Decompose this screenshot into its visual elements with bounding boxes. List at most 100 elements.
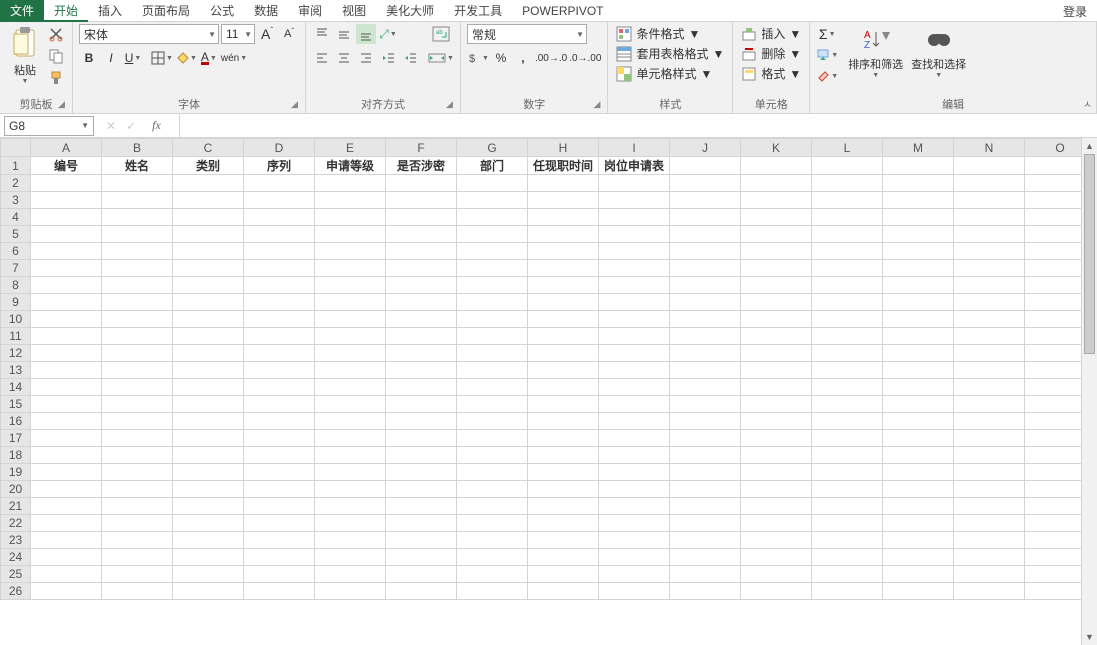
- cell[interactable]: [457, 379, 528, 396]
- cell[interactable]: 岗位申请表: [599, 157, 670, 175]
- cell[interactable]: [741, 396, 812, 413]
- cell[interactable]: [883, 464, 954, 481]
- cell[interactable]: [315, 277, 386, 294]
- row-header[interactable]: 19: [1, 464, 31, 481]
- cell[interactable]: [741, 583, 812, 600]
- cell[interactable]: [244, 345, 315, 362]
- cell[interactable]: [244, 175, 315, 192]
- cell[interactable]: [812, 481, 883, 498]
- cell[interactable]: [457, 311, 528, 328]
- cell[interactable]: [954, 583, 1025, 600]
- cell[interactable]: [457, 175, 528, 192]
- cell[interactable]: [457, 583, 528, 600]
- cell[interactable]: [528, 515, 599, 532]
- cell[interactable]: [31, 396, 102, 413]
- cell[interactable]: [812, 328, 883, 345]
- cell[interactable]: [386, 447, 457, 464]
- align-bottom-button[interactable]: [356, 24, 376, 44]
- cell[interactable]: [954, 532, 1025, 549]
- row-header[interactable]: 13: [1, 362, 31, 379]
- row-header[interactable]: 8: [1, 277, 31, 294]
- cell[interactable]: [599, 464, 670, 481]
- cell[interactable]: [31, 464, 102, 481]
- cell[interactable]: [741, 464, 812, 481]
- cell[interactable]: [173, 294, 244, 311]
- cell[interactable]: [457, 430, 528, 447]
- tab-view[interactable]: 视图: [332, 0, 376, 22]
- cell[interactable]: [954, 379, 1025, 396]
- cell[interactable]: [315, 260, 386, 277]
- cell[interactable]: [883, 566, 954, 583]
- cell[interactable]: [31, 294, 102, 311]
- cell[interactable]: [31, 498, 102, 515]
- fx-button[interactable]: fx: [146, 118, 167, 133]
- cell[interactable]: [457, 362, 528, 379]
- cell[interactable]: [812, 226, 883, 243]
- cancel-formula-button[interactable]: ✕: [106, 119, 116, 133]
- cell[interactable]: [244, 226, 315, 243]
- cell[interactable]: [31, 566, 102, 583]
- cell[interactable]: [31, 583, 102, 600]
- cell[interactable]: [883, 294, 954, 311]
- cell[interactable]: [31, 362, 102, 379]
- cell[interactable]: [599, 481, 670, 498]
- row-header[interactable]: 1: [1, 157, 31, 175]
- cell[interactable]: [173, 464, 244, 481]
- cell[interactable]: [599, 583, 670, 600]
- cell[interactable]: [670, 362, 741, 379]
- cell[interactable]: [173, 226, 244, 243]
- cell[interactable]: [315, 447, 386, 464]
- cell[interactable]: [599, 549, 670, 566]
- cell[interactable]: 部门: [457, 157, 528, 175]
- scroll-thumb[interactable]: [1084, 154, 1095, 354]
- cell[interactable]: [883, 430, 954, 447]
- cell[interactable]: [102, 515, 173, 532]
- sort-filter-button[interactable]: AZ 排序和筛选▼: [844, 24, 907, 81]
- cell[interactable]: [528, 209, 599, 226]
- cell[interactable]: [954, 396, 1025, 413]
- cell[interactable]: [599, 498, 670, 515]
- cell[interactable]: [386, 549, 457, 566]
- cell[interactable]: [528, 362, 599, 379]
- cell[interactable]: [599, 345, 670, 362]
- cell[interactable]: [670, 192, 741, 209]
- cell[interactable]: [31, 430, 102, 447]
- paste-button[interactable]: 粘贴 ▼: [6, 24, 44, 87]
- cell[interactable]: [670, 260, 741, 277]
- cell[interactable]: [741, 311, 812, 328]
- cell[interactable]: [31, 532, 102, 549]
- cell[interactable]: [102, 430, 173, 447]
- cell[interactable]: [102, 447, 173, 464]
- cell[interactable]: [670, 379, 741, 396]
- tab-beautify[interactable]: 美化大师: [376, 0, 444, 22]
- cell[interactable]: [741, 549, 812, 566]
- cell[interactable]: [741, 515, 812, 532]
- cell[interactable]: [528, 396, 599, 413]
- format-cells-button[interactable]: 格式▼: [739, 64, 803, 83]
- cell[interactable]: [599, 396, 670, 413]
- scroll-down-button[interactable]: ▼: [1082, 629, 1097, 645]
- cell[interactable]: [670, 396, 741, 413]
- cell[interactable]: [670, 294, 741, 311]
- font-name-combo[interactable]: 宋体▼: [79, 24, 219, 44]
- row-header[interactable]: 9: [1, 294, 31, 311]
- cell[interactable]: [741, 157, 812, 175]
- cell[interactable]: [102, 345, 173, 362]
- cell[interactable]: [173, 566, 244, 583]
- cell[interactable]: [812, 362, 883, 379]
- cell[interactable]: [954, 515, 1025, 532]
- cell[interactable]: [812, 498, 883, 515]
- cell[interactable]: [244, 464, 315, 481]
- cell[interactable]: [741, 277, 812, 294]
- cell[interactable]: [599, 430, 670, 447]
- cell[interactable]: [528, 260, 599, 277]
- cell[interactable]: [528, 277, 599, 294]
- cell[interactable]: [457, 260, 528, 277]
- cell[interactable]: [31, 481, 102, 498]
- cell[interactable]: [599, 192, 670, 209]
- cell[interactable]: [31, 447, 102, 464]
- cell[interactable]: [173, 583, 244, 600]
- cell[interactable]: [244, 532, 315, 549]
- conditional-format-button[interactable]: 条件格式▼: [614, 24, 726, 43]
- cell[interactable]: [386, 583, 457, 600]
